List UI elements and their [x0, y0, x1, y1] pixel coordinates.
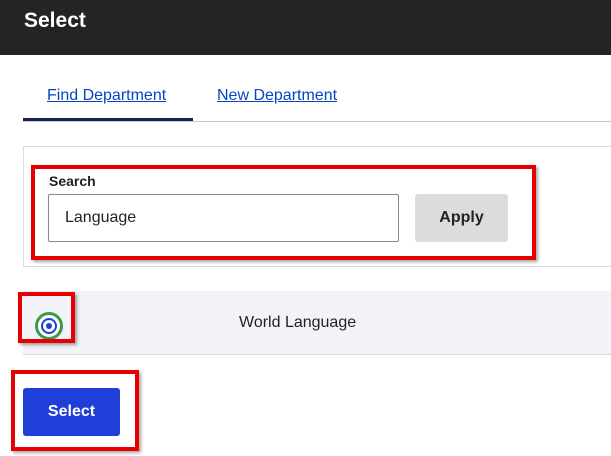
- tab-find-department[interactable]: Find Department: [47, 87, 166, 105]
- select-department-dialog: Select Find Department New Department Se…: [0, 0, 611, 456]
- result-label: World Language: [239, 314, 357, 331]
- radio-selected-dot-icon: [46, 323, 52, 329]
- tab-new-department[interactable]: New Department: [217, 87, 337, 105]
- page-title: Select: [24, 9, 86, 32]
- result-radio-button[interactable]: [35, 312, 63, 340]
- select-button[interactable]: Select: [23, 388, 120, 436]
- radio-ring-icon: [41, 318, 57, 334]
- search-label: Search: [49, 173, 96, 189]
- search-input[interactable]: [48, 194, 399, 242]
- apply-button[interactable]: Apply: [415, 194, 508, 242]
- tab-divider: [23, 121, 611, 122]
- header-bar: Select: [0, 0, 611, 55]
